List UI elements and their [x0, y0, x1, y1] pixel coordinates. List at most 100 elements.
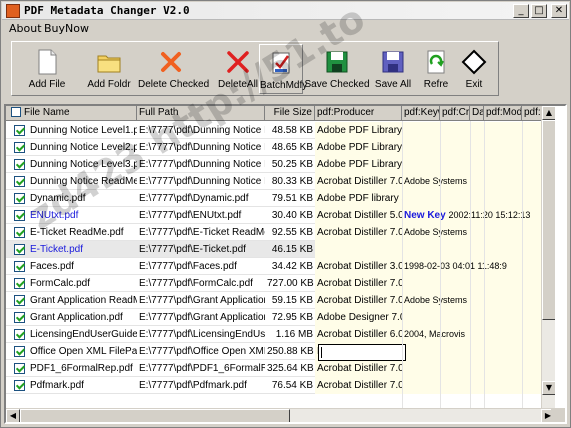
metadata-cells[interactable]	[402, 190, 555, 207]
row-checkbox[interactable]	[14, 261, 25, 272]
metadata-cells[interactable]	[402, 343, 555, 360]
producer-cell[interactable]	[315, 241, 402, 258]
file-name-cell[interactable]: Grant Application ReadMe	[28, 292, 137, 309]
column-header-producer[interactable]: pdf:Producer	[315, 106, 402, 121]
table-row[interactable]: Office Open XML FilePap E:\7777\pdf\Offic…	[6, 343, 555, 360]
horizontal-scrollbar[interactable]: ◀ ▶	[6, 408, 555, 422]
file-name-cell[interactable]: FormCalc.pdf	[28, 275, 137, 292]
file-size-cell[interactable]: 80.33 KB	[265, 173, 315, 190]
column-header-date[interactable]: Da	[470, 106, 484, 121]
table-row[interactable]: Faces.pdf E:\7777\pdf\Faces.pdf 34.42 KB Ac…	[6, 258, 555, 275]
metadata-cells[interactable]: 2004, Macrovis	[402, 326, 555, 343]
file-name-cell[interactable]: Dunning Notice Level2.pdf	[28, 139, 137, 156]
scroll-up-button[interactable]: ▲	[542, 106, 555, 120]
table-row[interactable]: Grant Application.pdf E:\7777\pdf\Grant A…	[6, 309, 555, 326]
producer-cell[interactable]: Adobe PDF Library 6.1	[315, 156, 402, 173]
file-name-cell[interactable]: PDF1_6FormalRep.pdf	[28, 360, 137, 377]
close-button[interactable]: ✕	[551, 4, 567, 18]
full-path-cell[interactable]: E:\7777\pdf\Dunning Notice L...	[137, 156, 265, 173]
file-name-cell[interactable]: Dunning Notice ReadMe.pdf	[28, 173, 137, 190]
metadata-cells[interactable]: Adobe Systems	[402, 292, 555, 309]
producer-cell[interactable]: Acrobat Distiller 7.0 (	[315, 360, 402, 377]
metadata-cells[interactable]: 1998-02-03 04:01 11:48:9	[402, 258, 555, 275]
full-path-cell[interactable]: E:\7777\pdf\Dunning Notice R...	[137, 173, 265, 190]
producer-cell[interactable]: Acrobat Distiller 7.0 ( Designer Grant F…	[315, 292, 402, 309]
producer-edit-input[interactable]	[318, 344, 406, 361]
file-name-cell[interactable]: Pdfmark.pdf	[28, 377, 137, 394]
producer-cell[interactable]: Adobe PDF Library 6	[315, 139, 402, 156]
metadata-cells[interactable]	[402, 360, 555, 377]
file-size-cell[interactable]: 48.58 KB	[265, 122, 315, 139]
file-size-cell[interactable]: 325.64 KB	[265, 360, 315, 377]
row-checkbox[interactable]	[14, 125, 25, 136]
column-header-file-size[interactable]: File Size	[265, 106, 315, 121]
table-row[interactable]: Dynamic.pdf E:\7777\pdf\Dynamic.pdf 79.51 …	[6, 190, 555, 207]
row-checkbox[interactable]	[14, 380, 25, 391]
horizontal-scroll-thumb[interactable]	[20, 409, 290, 422]
full-path-cell[interactable]: E:\7777\pdf\Dunning Notice L...	[137, 139, 265, 156]
metadata-cells[interactable]: New Key 2002:11:20 15:12:13	[402, 207, 555, 224]
maximize-button[interactable]: □	[531, 4, 547, 18]
row-checkbox[interactable]	[14, 176, 25, 187]
row-checkbox[interactable]	[14, 142, 25, 153]
add-folder-button[interactable]: Add Foldr	[78, 44, 140, 94]
producer-cell[interactable]: Acrobat Distiller 6.0 ( FLEXnet Publishe…	[315, 326, 402, 343]
table-row[interactable]: Dunning Notice Level3.pdf E:\7777\pdf\Dun…	[6, 156, 555, 173]
full-path-cell[interactable]: E:\7777\pdf\PDF1_6FormalRe...	[137, 360, 265, 377]
file-size-cell[interactable]: 250.88 KB	[265, 343, 315, 360]
exit-button[interactable]: Exit	[456, 44, 492, 94]
table-row[interactable]: FormCalc.pdf E:\7777\pdf\FormCalc.pdf 727.…	[6, 275, 555, 292]
file-name-cell[interactable]: E-Ticket ReadMe.pdf	[28, 224, 137, 241]
file-name-cell[interactable]: ENUtxt.pdf	[28, 207, 137, 224]
producer-cell[interactable]: Acrobat Distiller 3.01	[315, 258, 402, 275]
delete-all-button[interactable]: DeleteAll	[218, 44, 258, 94]
add-file-button[interactable]: Add File	[18, 44, 76, 94]
file-name-cell[interactable]: Dunning Notice Level3.pdf	[28, 156, 137, 173]
file-name-cell[interactable]: Grant Application.pdf	[28, 309, 137, 326]
file-size-cell[interactable]: 59.15 KB	[265, 292, 315, 309]
full-path-cell[interactable]: E:\7777\pdf\Pdfmark.pdf	[137, 377, 265, 394]
table-row[interactable]: Dunning Notice Level2.pdf E:\7777\pdf\Dun…	[6, 139, 555, 156]
row-checkbox[interactable]	[14, 312, 25, 323]
refresh-button[interactable]: Refre	[416, 44, 456, 94]
row-checkbox[interactable]	[14, 329, 25, 340]
file-name-cell[interactable]: Dunning Notice Level1.pdf	[28, 122, 137, 139]
producer-cell[interactable]: Acrobat Distiller 7.0 ( Designer E-Tick	[315, 224, 402, 241]
table-row[interactable]: E-Ticket ReadMe.pdf E:\7777\pdf\E-Ticket …	[6, 224, 555, 241]
metadata-cells[interactable]	[402, 139, 555, 156]
row-checkbox[interactable]	[14, 295, 25, 306]
row-checkbox[interactable]	[14, 227, 25, 238]
table-row[interactable]: E-Ticket.pdf E:\7777\pdf\E-Ticket.pdf 46.1…	[6, 241, 555, 258]
scroll-down-button[interactable]: ▼	[542, 381, 555, 395]
file-grid[interactable]: File Name Full Path File Size pdf:Produc…	[4, 104, 567, 424]
file-size-cell[interactable]: 30.40 KB	[265, 207, 315, 224]
column-header-full-path[interactable]: Full Path	[137, 106, 265, 121]
file-size-cell[interactable]: 92.55 KB	[265, 224, 315, 241]
metadata-cells[interactable]	[402, 156, 555, 173]
full-path-cell[interactable]: E:\7777\pdf\Dunning Notice L...	[137, 122, 265, 139]
file-size-cell[interactable]: 76.54 KB	[265, 377, 315, 394]
full-path-cell[interactable]: E:\7777\pdf\E-Ticket.pdf	[137, 241, 265, 258]
file-size-cell[interactable]: 1.16 MB	[265, 326, 315, 343]
column-header-creator[interactable]: pdf:Creator	[440, 106, 470, 121]
file-size-cell[interactable]: 72.95 KB	[265, 309, 315, 326]
file-name-cell[interactable]: LicensingEndUserGuide.pdf	[28, 326, 137, 343]
batch-modify-button[interactable]: BatchMdfy	[259, 44, 307, 94]
full-path-cell[interactable]: E:\7777\pdf\Office Open XML...	[137, 343, 265, 360]
delete-checked-button[interactable]: Delete Checked	[138, 44, 209, 94]
menu-about[interactable]: About	[9, 22, 42, 35]
table-row[interactable]: Dunning Notice Level1.pdf E:\7777\pdf\Dun…	[6, 122, 555, 139]
metadata-cells[interactable]	[402, 241, 555, 258]
producer-cell[interactable]: Adobe PDF Library 6	[315, 122, 402, 139]
row-checkbox[interactable]	[14, 346, 25, 357]
producer-cell[interactable]: Acrobat Distiller 7.0 (	[315, 377, 402, 394]
producer-cell[interactable]: Acrobat Distiller 7.0 (	[315, 275, 402, 292]
row-checkbox[interactable]	[14, 244, 25, 255]
file-size-cell[interactable]: 50.25 KB	[265, 156, 315, 173]
file-name-cell[interactable]: Faces.pdf	[28, 258, 137, 275]
file-size-cell[interactable]: 34.42 KB	[265, 258, 315, 275]
metadata-cells[interactable]: Adobe Systems	[402, 224, 555, 241]
file-size-cell[interactable]: 79.51 KB	[265, 190, 315, 207]
table-row[interactable]: LicensingEndUserGuide.pdfE:\7777\pdf\Lic…	[6, 326, 555, 343]
metadata-cells[interactable]	[402, 122, 555, 139]
